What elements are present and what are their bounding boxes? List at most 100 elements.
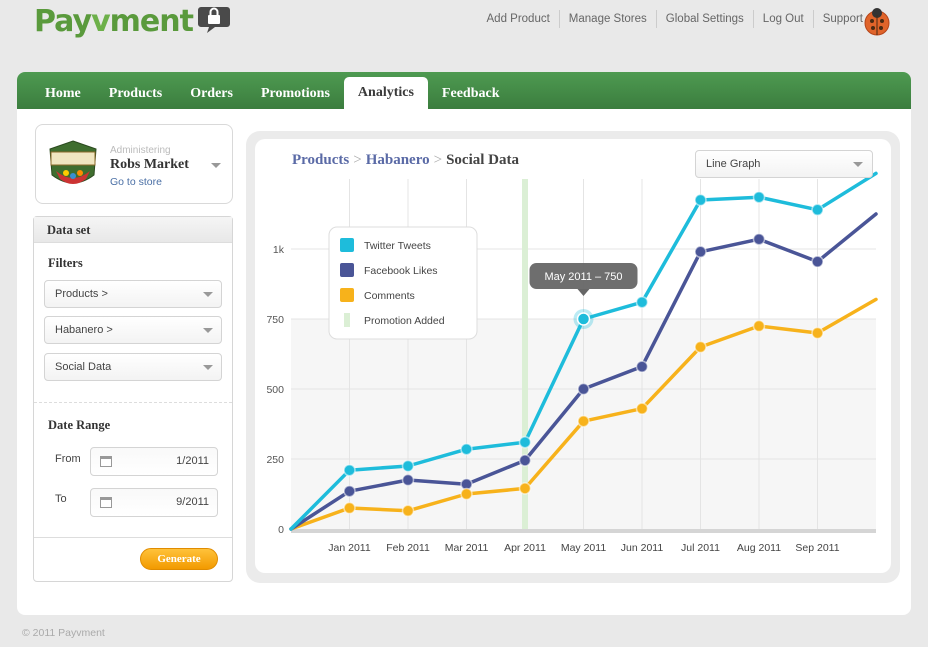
date-range-label: Date Range bbox=[48, 418, 111, 432]
dataset-footer: Generate bbox=[34, 537, 232, 581]
legend-label: Facebook Likes bbox=[364, 265, 438, 277]
data-point bbox=[518, 435, 532, 449]
main-tabs: Home Products Orders Promotions Analytics Fee… bbox=[17, 72, 911, 109]
calendar-icon[interactable] bbox=[100, 456, 112, 467]
to-date-input[interactable]: 9/2011 bbox=[90, 488, 218, 517]
data-point bbox=[518, 482, 532, 495]
x-tick-label: Sep 2011 bbox=[795, 542, 839, 554]
tab-feedback[interactable]: Feedback bbox=[428, 79, 514, 109]
data-point bbox=[401, 459, 415, 473]
breadcrumb-separator: > bbox=[433, 152, 443, 168]
data-point bbox=[752, 190, 766, 204]
top-nav: Add Product Manage Stores Global Settings L… bbox=[478, 10, 873, 28]
data-point bbox=[752, 319, 766, 333]
logo-text: Payvment bbox=[34, 4, 194, 39]
y-tick-label: 750 bbox=[266, 314, 284, 326]
tab-orders[interactable]: Orders bbox=[176, 79, 247, 109]
data-point bbox=[343, 463, 356, 477]
store-name: Robs Market bbox=[110, 157, 189, 172]
legend-swatch bbox=[340, 238, 354, 252]
generate-button[interactable]: Generate bbox=[140, 548, 218, 570]
top-nav-add-product[interactable]: Add Product bbox=[478, 10, 560, 28]
breadcrumb-habanero[interactable]: Habanero bbox=[366, 152, 430, 168]
from-date-input[interactable]: 1/2011 bbox=[90, 447, 218, 476]
legend-label: Comments bbox=[364, 290, 415, 302]
breadcrumb-separator: > bbox=[353, 152, 362, 168]
copyright-footer: © 2011 Payvment bbox=[22, 627, 105, 639]
data-point bbox=[694, 193, 707, 207]
y-tick-label: 250 bbox=[266, 454, 284, 466]
x-tick-label: Jan 2011 bbox=[328, 542, 371, 554]
filter-habanero-select[interactable]: Habanero > bbox=[44, 316, 222, 344]
legend-swatch bbox=[344, 313, 350, 327]
store-selector[interactable]: Administering Robs Market Go to store bbox=[35, 124, 233, 204]
data-point bbox=[518, 454, 532, 467]
data-point bbox=[811, 326, 824, 340]
from-date-value: 1/2011 bbox=[176, 455, 209, 467]
data-point bbox=[460, 442, 473, 456]
to-label: To bbox=[55, 493, 67, 505]
administering-label: Administering bbox=[110, 145, 171, 156]
filter-products-select[interactable]: Products > bbox=[44, 280, 222, 308]
x-tick-label: Jun 2011 bbox=[621, 542, 664, 554]
highlight-point bbox=[576, 312, 591, 326]
chevron-down-icon bbox=[203, 292, 213, 297]
filter-products-value: Products > bbox=[55, 288, 108, 300]
top-nav-log-out[interactable]: Log Out bbox=[754, 10, 814, 28]
chart-legend: Twitter Tweets Facebook Likes Comments Prom… bbox=[328, 226, 478, 340]
chevron-down-icon bbox=[203, 328, 213, 333]
data-point bbox=[401, 473, 415, 487]
x-tick-label: Aug 2011 bbox=[737, 542, 781, 554]
ladybug-icon[interactable] bbox=[862, 7, 892, 37]
tooltip-text: May 2011 – 750 bbox=[544, 271, 622, 283]
legend-label: Promotion Added bbox=[364, 315, 445, 327]
main-container: Home Products Orders Promotions Analytics Fee… bbox=[17, 72, 911, 615]
x-tick-label: May 2011 bbox=[561, 542, 606, 554]
filters-label: Filters bbox=[48, 256, 83, 270]
data-point bbox=[694, 340, 707, 354]
store-logo bbox=[49, 140, 97, 184]
data-point bbox=[752, 232, 766, 246]
data-point bbox=[635, 402, 649, 415]
breadcrumb-current: Social Data bbox=[446, 152, 519, 168]
data-point bbox=[811, 255, 824, 268]
data-point bbox=[401, 504, 415, 518]
x-tick-label: Jul 2011 bbox=[681, 542, 720, 554]
x-tick-label: Apr 2011 bbox=[504, 542, 546, 554]
data-point bbox=[635, 360, 649, 373]
to-date-value: 9/2011 bbox=[176, 496, 209, 508]
legend-label: Twitter Tweets bbox=[364, 240, 431, 252]
social-data-line-chart: 0 250 500 750 1k Jan 2011 Feb 2011 Mar 2011 Apr … bbox=[266, 171, 878, 554]
data-point bbox=[577, 382, 590, 396]
filter-habanero-value: Habanero > bbox=[55, 324, 113, 336]
dataset-panel: Data set Filters Products > Habanero > S… bbox=[33, 216, 233, 582]
payvment-logo[interactable]: Payvment bbox=[34, 4, 231, 39]
top-nav-global-settings[interactable]: Global Settings bbox=[657, 10, 754, 28]
dataset-header: Data set bbox=[34, 217, 232, 243]
chart-panel: 0 250 500 750 1k Jan 2011 Feb 2011 Mar 2011 Apr … bbox=[246, 131, 900, 583]
calendar-icon[interactable] bbox=[100, 497, 112, 508]
promotion-marker bbox=[522, 179, 528, 529]
divider bbox=[34, 402, 232, 403]
data-point bbox=[343, 484, 356, 498]
data-point bbox=[460, 487, 473, 501]
from-label: From bbox=[55, 453, 81, 465]
filter-social-data-select[interactable]: Social Data bbox=[44, 353, 222, 381]
tab-home[interactable]: Home bbox=[31, 79, 95, 109]
chevron-down-icon[interactable] bbox=[211, 163, 221, 168]
tab-analytics[interactable]: Analytics bbox=[343, 77, 428, 109]
tab-products[interactable]: Products bbox=[95, 79, 176, 109]
breadcrumb-products[interactable]: Products bbox=[292, 152, 349, 168]
y-tick-label: 1k bbox=[273, 244, 285, 256]
go-to-store-link[interactable]: Go to store bbox=[110, 176, 162, 188]
data-point bbox=[343, 501, 356, 515]
graph-type-value: Line Graph bbox=[706, 158, 761, 170]
x-axis-line bbox=[291, 529, 876, 533]
top-nav-manage-stores[interactable]: Manage Stores bbox=[560, 10, 657, 28]
y-tick-label: 0 bbox=[278, 524, 284, 536]
chart-card: 0 250 500 750 1k Jan 2011 Feb 2011 Mar 2011 Apr … bbox=[255, 139, 891, 573]
tab-promotions[interactable]: Promotions bbox=[247, 79, 344, 109]
lock-bubble-icon bbox=[197, 6, 230, 33]
graph-type-select[interactable]: Line Graph bbox=[695, 150, 873, 178]
chevron-down-icon bbox=[853, 162, 863, 167]
